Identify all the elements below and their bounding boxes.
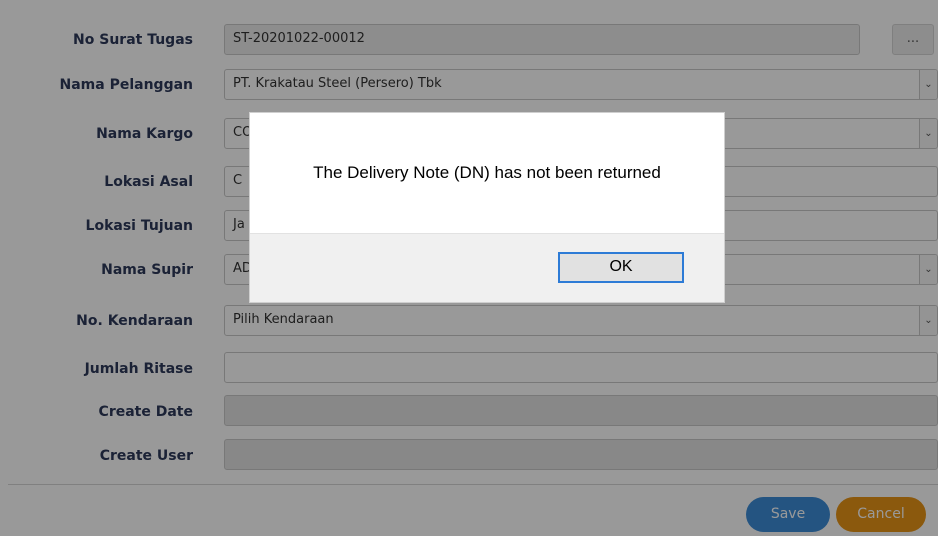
- dialog-footer: OK: [250, 233, 724, 302]
- alert-dialog: The Delivery Note (DN) has not been retu…: [249, 112, 725, 303]
- dialog-message: The Delivery Note (DN) has not been retu…: [313, 163, 661, 182]
- ok-button[interactable]: OK: [558, 252, 684, 283]
